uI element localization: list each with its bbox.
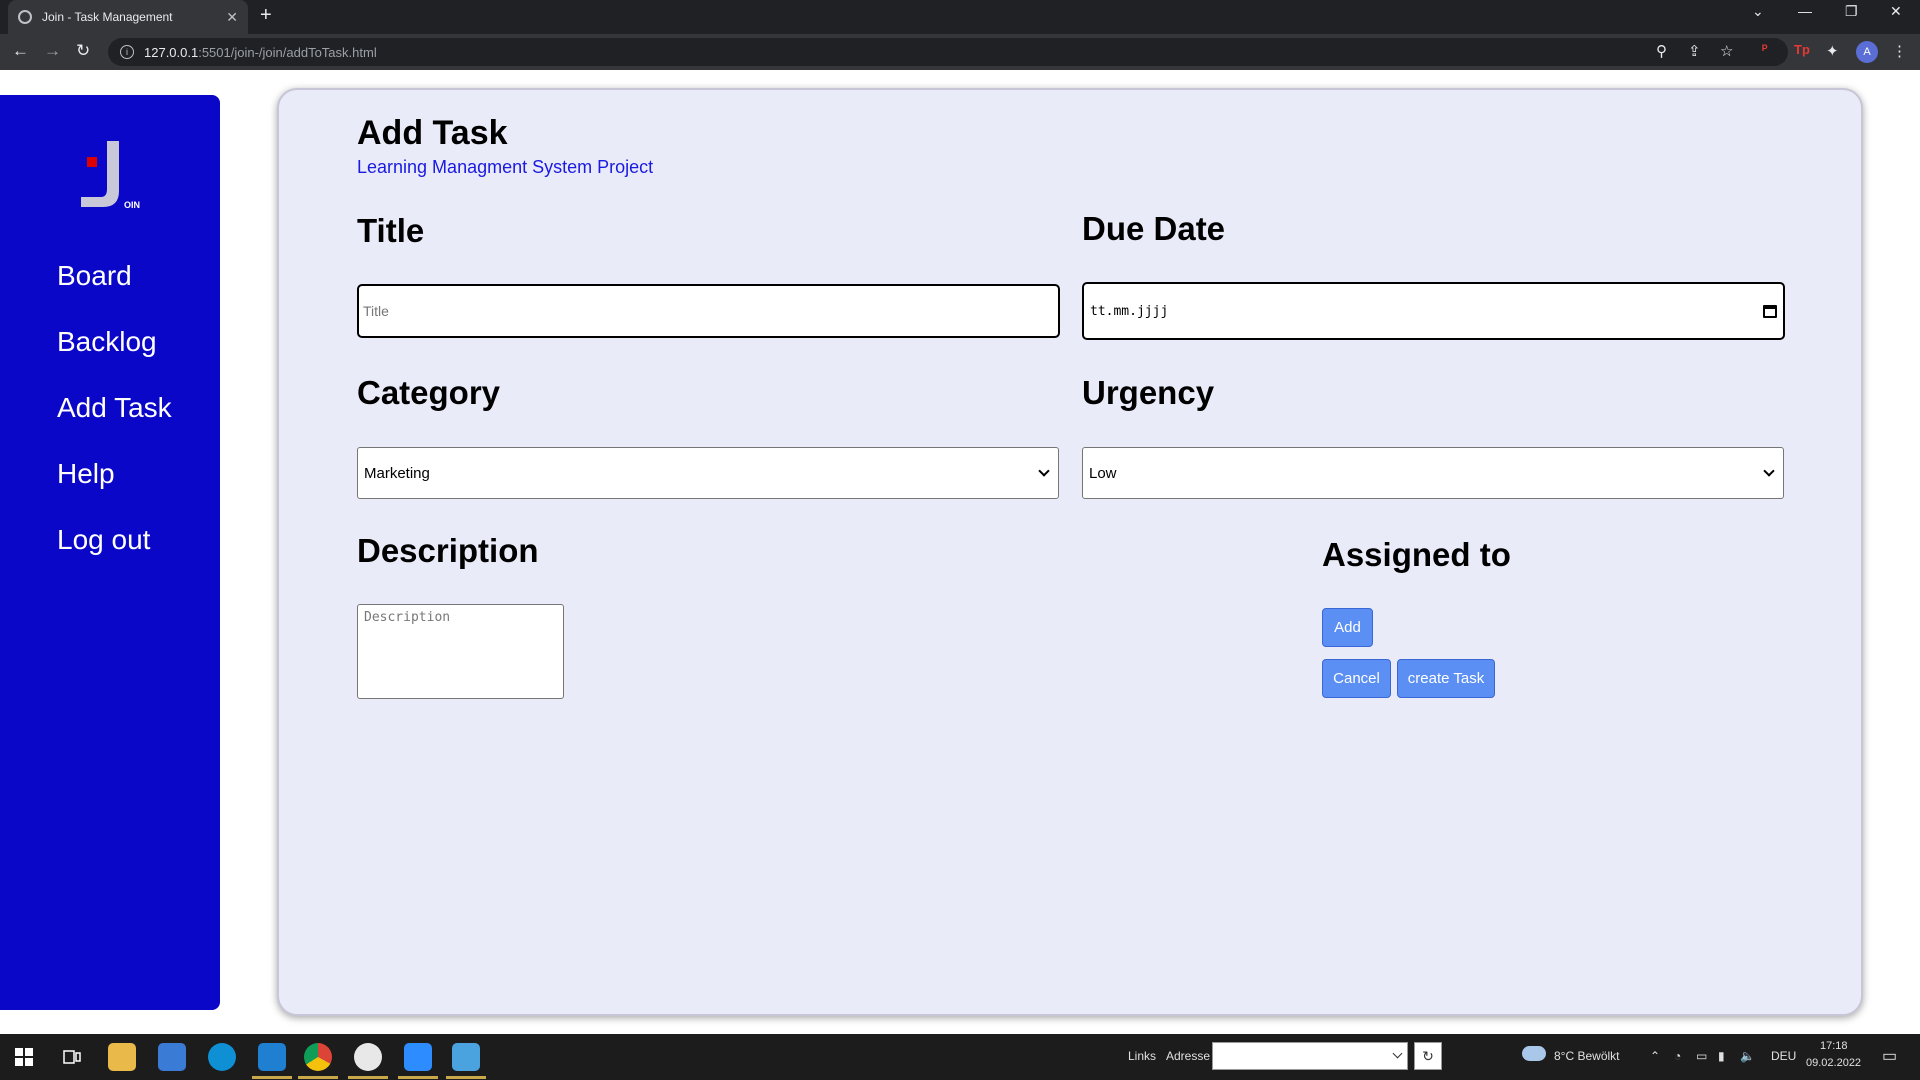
profile-avatar[interactable]: A: [1856, 41, 1878, 63]
zoom-app-icon[interactable]: [404, 1043, 432, 1071]
store-icon[interactable]: [158, 1043, 186, 1071]
chrome-active-indicator: [298, 1076, 338, 1079]
urgency-label: Urgency: [1082, 374, 1215, 411]
title-label: Title: [357, 212, 425, 249]
file-explorer-icon[interactable]: [108, 1043, 136, 1071]
zoom-icon[interactable]: ⚲: [1656, 42, 1667, 60]
slack-icon[interactable]: [354, 1043, 382, 1071]
clock-date[interactable]: 09.02.2022: [1806, 1057, 1861, 1069]
chevron-down-icon: [1763, 465, 1775, 477]
volume-icon[interactable]: 🔈: [1740, 1049, 1755, 1063]
sidebar-item-add-task[interactable]: Add Task: [57, 392, 172, 424]
globe-icon: [18, 10, 32, 24]
close-tab-icon[interactable]: ✕: [226, 9, 238, 26]
slack-active-indicator: [348, 1076, 388, 1079]
display-icon[interactable]: ▭: [1696, 1049, 1707, 1063]
browser-toolbar: ← → ↻ i 127.0.0.1 :5501/join-/join/addTo…: [0, 34, 1920, 70]
vscode-icon[interactable]: [258, 1043, 286, 1071]
urgency-selected-value: Low: [1089, 464, 1117, 482]
add-assignee-button[interactable]: Add: [1322, 608, 1373, 647]
forward-icon[interactable]: →: [44, 41, 61, 61]
extensions-puzzle-icon[interactable]: ✦: [1826, 42, 1839, 60]
sidebar-item-help[interactable]: Help: [57, 458, 115, 490]
windows-start-icon[interactable]: [10, 1043, 38, 1071]
restore-button[interactable]: ❐: [1845, 3, 1858, 20]
new-tab-button[interactable]: +: [260, 4, 272, 27]
url-path: :5501/join-/join/addToTask.html: [198, 44, 377, 60]
close-window-button[interactable]: ✕: [1890, 3, 1902, 20]
due-date-label: Due Date: [1082, 210, 1226, 247]
due-date-value: tt.mm.jjjj: [1090, 303, 1169, 319]
chrome-icon[interactable]: [304, 1043, 332, 1071]
notification-icon[interactable]: ▭: [1882, 1046, 1897, 1066]
sidebar-item-backlog[interactable]: Backlog: [57, 326, 157, 358]
description-textarea[interactable]: Description: [357, 604, 564, 699]
url-host: 127.0.0.1: [144, 44, 199, 60]
logo-oin: OIN: [124, 200, 140, 210]
clock-time[interactable]: 17:18: [1820, 1040, 1848, 1052]
due-date-input[interactable]: tt.mm.jjjj: [1082, 282, 1785, 340]
assigned-to-label: Assigned to: [1322, 536, 1511, 573]
edge-icon[interactable]: [208, 1043, 236, 1071]
extension-tp-icon[interactable]: Tp: [1794, 42, 1810, 57]
address-go-icon[interactable]: ↻: [1414, 1042, 1442, 1070]
photos-active-indicator: [446, 1076, 486, 1079]
weather-text[interactable]: 8°C Bewölkt: [1554, 1049, 1620, 1063]
join-logo: OIN: [77, 135, 140, 215]
category-label: Category: [357, 374, 501, 411]
photos-icon[interactable]: [452, 1043, 480, 1071]
back-icon[interactable]: ←: [12, 41, 29, 61]
address-bar[interactable]: i 127.0.0.1 :5501/join-/join/addToTask.h…: [108, 38, 1788, 66]
create-task-button[interactable]: create Task: [1397, 659, 1495, 698]
sidebar: OIN Board Backlog Add Task Help Log out: [0, 95, 220, 1010]
cloud-icon[interactable]: [1522, 1046, 1546, 1061]
windows-taskbar: [0, 1034, 1920, 1080]
minimize-button[interactable]: —: [1798, 3, 1812, 19]
tab-title: Join - Task Management: [42, 10, 173, 24]
page-subtitle: Learning Managment System Project: [357, 157, 654, 177]
sidebar-item-log-out[interactable]: Log out: [57, 524, 150, 556]
tray-expand-icon[interactable]: ⌃: [1650, 1049, 1660, 1063]
tab-search-icon[interactable]: ⌄: [1752, 3, 1764, 20]
chevron-down-icon: [1038, 465, 1050, 477]
category-select[interactable]: Marketing: [357, 447, 1059, 499]
cancel-button[interactable]: Cancel: [1322, 659, 1391, 698]
calendar-icon[interactable]: [1763, 304, 1777, 318]
share-icon[interactable]: ⇪: [1688, 42, 1701, 60]
page-title: Add Task: [357, 114, 508, 152]
browser-tab-bar: Join - Task Management ✕ + ⌄ — ❐ ✕: [0, 0, 1920, 34]
description-label: Description: [357, 532, 539, 569]
urgency-select[interactable]: Low: [1082, 447, 1784, 499]
language-indicator[interactable]: DEU: [1771, 1049, 1796, 1063]
title-input[interactable]: [357, 284, 1060, 338]
taskbar-links-label[interactable]: Links: [1128, 1049, 1156, 1063]
reload-icon[interactable]: ↻: [76, 41, 90, 61]
taskbar-address-input[interactable]: [1212, 1042, 1408, 1070]
task-view-icon[interactable]: [58, 1043, 86, 1071]
chevron-down-icon[interactable]: [1392, 1048, 1403, 1059]
browser-menu-icon[interactable]: ⋮: [1892, 42, 1907, 60]
taskbar-address-label: Adresse: [1166, 1049, 1211, 1063]
battery-icon[interactable]: ▮: [1718, 1049, 1725, 1063]
zoom-active-indicator: [398, 1076, 438, 1079]
browser-tab-active[interactable]: Join - Task Management ✕: [8, 0, 248, 34]
info-icon[interactable]: i: [120, 45, 134, 59]
extension-red-icon[interactable]: ᴾ: [1762, 42, 1767, 57]
vscode-active-indicator: [252, 1076, 292, 1079]
bookmark-star-icon[interactable]: ☆: [1720, 42, 1733, 60]
network-icon[interactable]: ◔: [1674, 1049, 1681, 1063]
category-selected-value: Marketing: [364, 464, 430, 482]
sidebar-item-board[interactable]: Board: [57, 260, 132, 292]
